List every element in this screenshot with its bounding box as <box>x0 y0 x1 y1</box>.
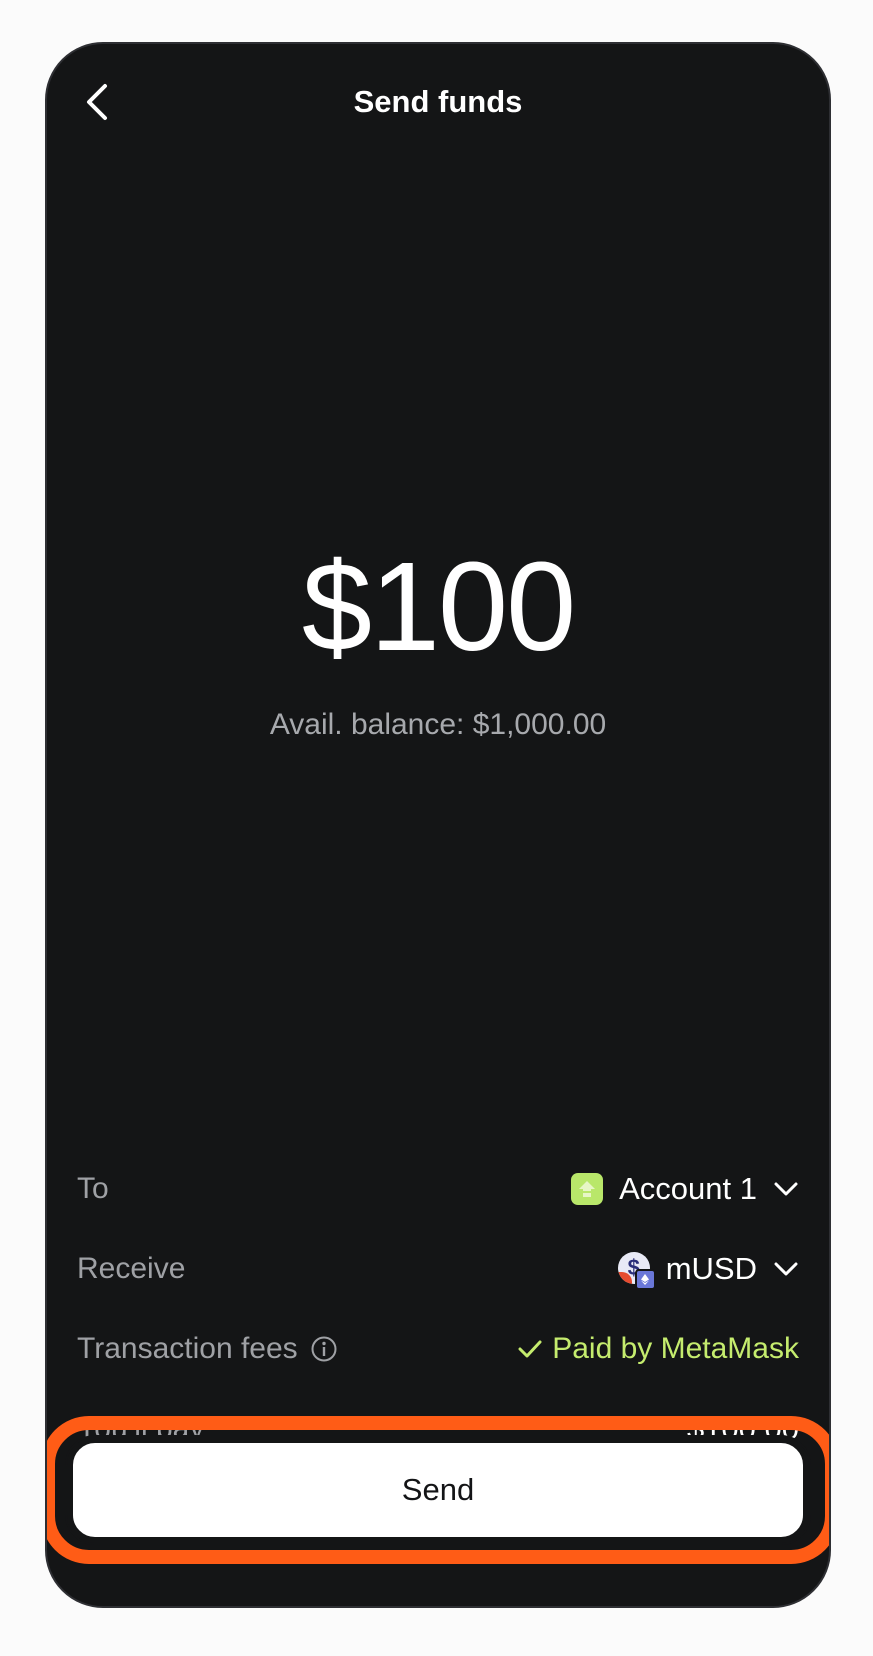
fees-label-group: Transaction fees <box>77 1332 338 1366</box>
musd-token-icon: $ <box>617 1252 656 1290</box>
send-funds-screen: Send funds $100 Avail. balance: $1,000.0… <box>45 42 831 1608</box>
to-label: To <box>77 1172 109 1205</box>
account-avatar-icon <box>571 1173 604 1205</box>
info-icon[interactable] <box>310 1335 338 1363</box>
token-selector[interactable]: $ mUSD <box>617 1251 799 1290</box>
receive-label: Receive <box>77 1252 186 1285</box>
fees-row: Transaction fees Paid by MetaMask <box>77 1324 799 1374</box>
account-name: Account 1 <box>619 1171 757 1206</box>
fees-label: Transaction fees <box>77 1332 298 1365</box>
chevron-down-icon <box>773 1261 799 1277</box>
fees-value: Paid by MetaMask <box>518 1332 799 1366</box>
page-title: Send funds <box>353 84 523 119</box>
amount-display[interactable]: $100 <box>47 544 829 670</box>
chevron-down-icon <box>773 1181 799 1197</box>
available-balance: Avail. balance: $1,000.00 <box>269 708 607 741</box>
header: Send funds <box>47 44 829 164</box>
token-name: mUSD <box>665 1251 757 1286</box>
receive-row: Receive $ mUSD <box>77 1244 799 1294</box>
account-selector[interactable]: Account 1 <box>571 1171 799 1207</box>
check-icon <box>518 1339 542 1359</box>
send-button[interactable]: Send <box>67 1437 809 1543</box>
paid-by-text: Paid by MetaMask <box>552 1332 799 1365</box>
to-row: To Account 1 <box>77 1164 799 1214</box>
